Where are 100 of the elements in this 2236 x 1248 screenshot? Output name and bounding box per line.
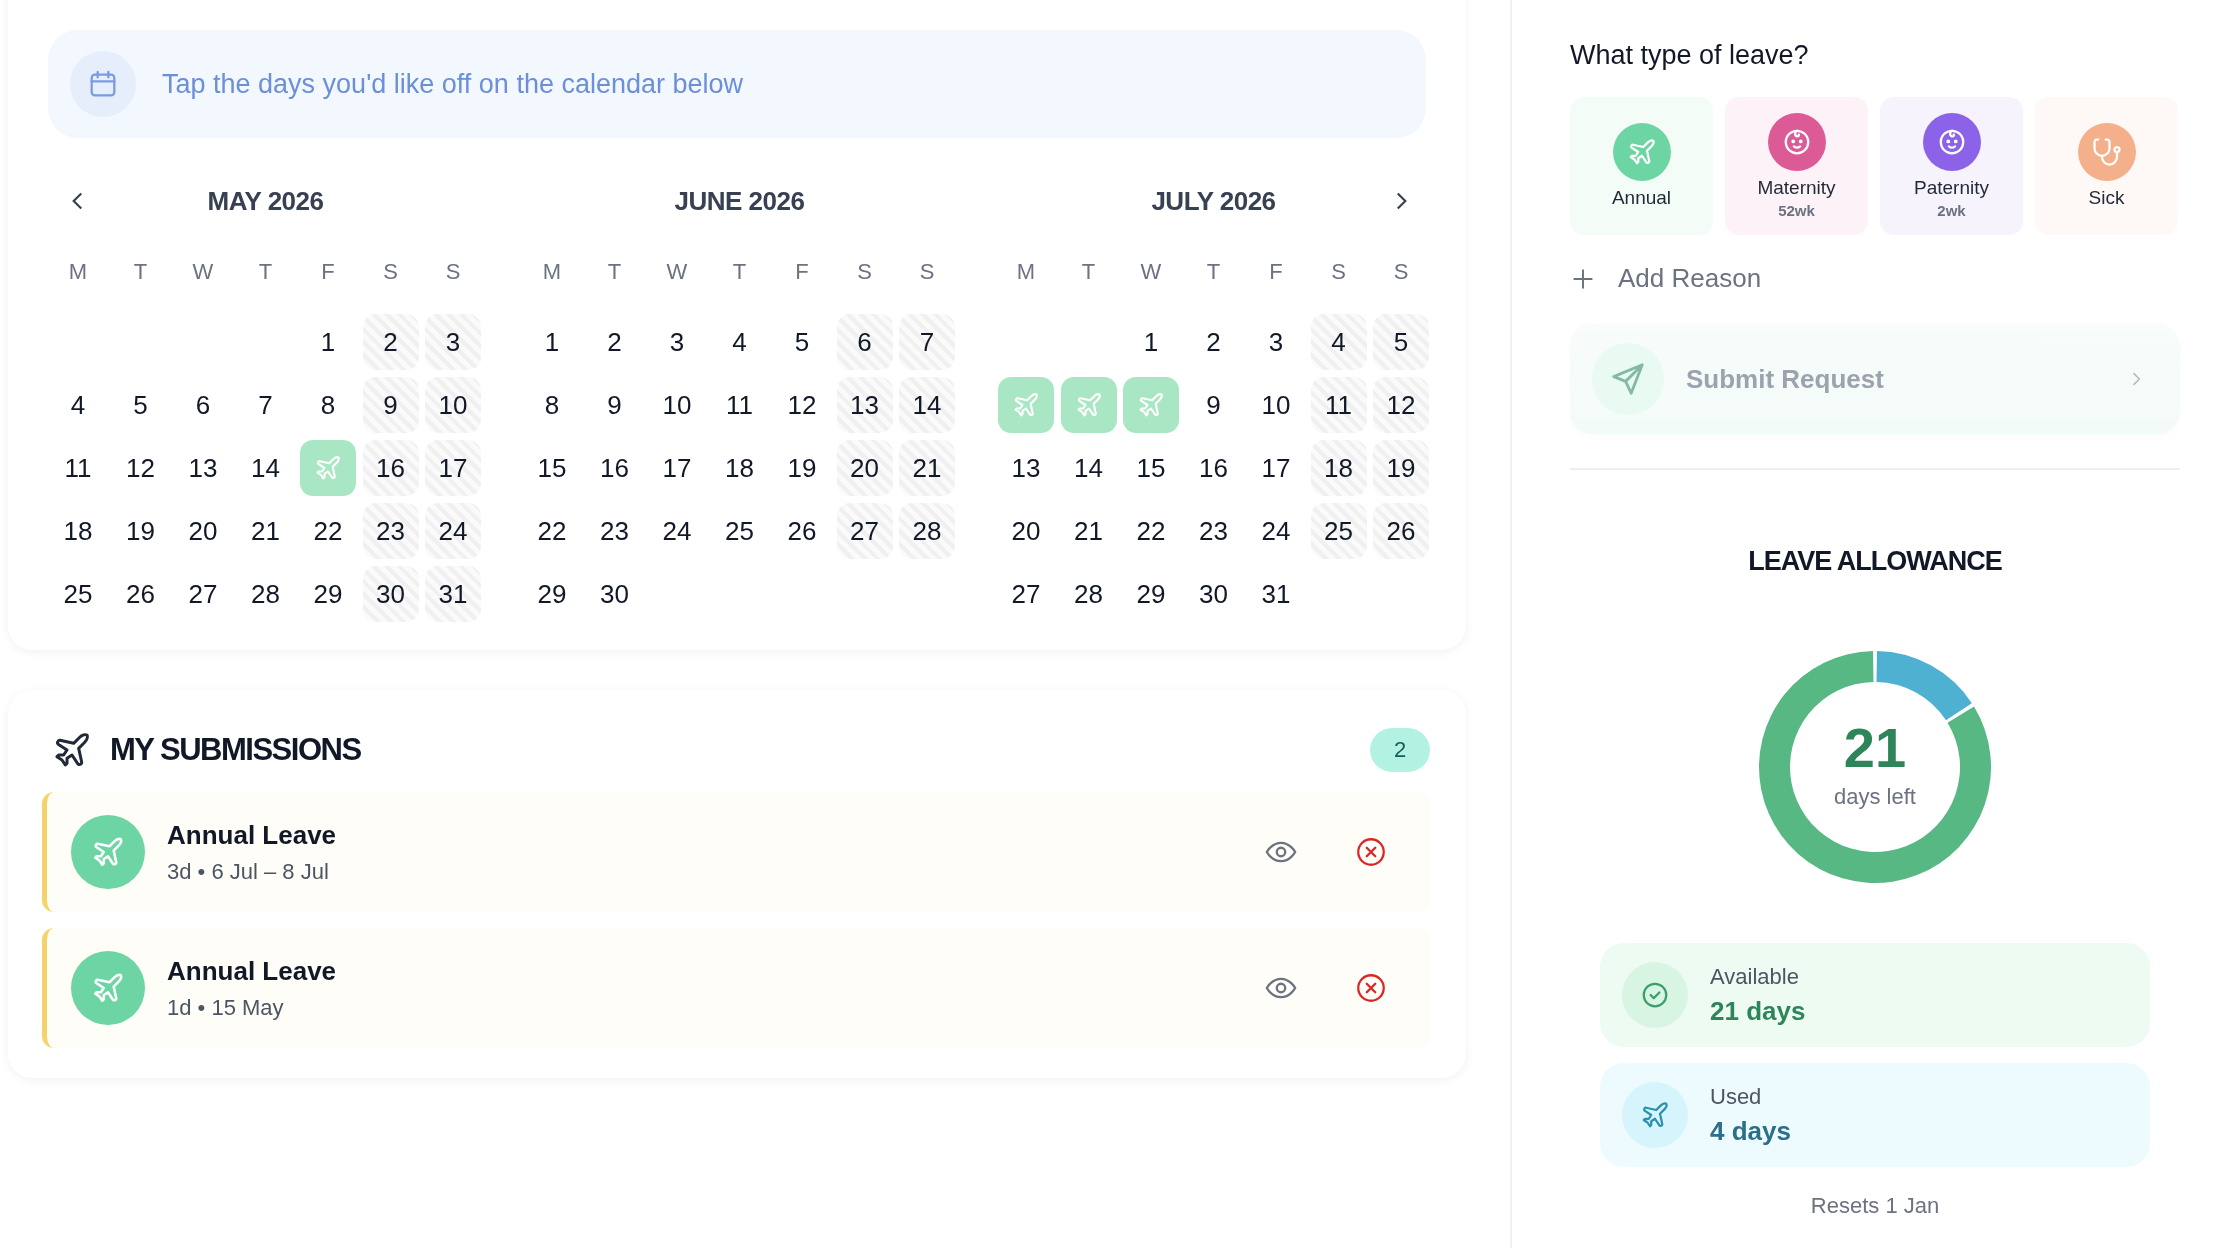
calendar-day[interactable]: 21 <box>899 440 955 496</box>
calendar-day[interactable]: 9 <box>586 377 643 433</box>
calendar-day[interactable]: 5 <box>1373 314 1429 370</box>
calendar-day[interactable]: 18 <box>50 503 106 559</box>
calendar-day[interactable]: 10 <box>649 377 705 433</box>
calendar-day[interactable]: 21 <box>237 503 294 559</box>
calendar-day[interactable]: 25 <box>50 566 106 622</box>
calendar-day[interactable]: 19 <box>1373 440 1429 496</box>
calendar-day[interactable]: 2 <box>1185 314 1242 370</box>
calendar-day[interactable]: 9 <box>1185 377 1242 433</box>
calendar-day[interactable]: 11 <box>50 440 106 496</box>
calendar-day[interactable]: 16 <box>586 440 643 496</box>
calendar-day[interactable]: 11 <box>1310 377 1367 433</box>
calendar-day[interactable]: 14 <box>899 377 955 433</box>
calendar-day[interactable]: 5 <box>774 314 830 370</box>
weekday-label: W <box>1139 258 1163 286</box>
calendar-day[interactable]: 16 <box>362 440 419 496</box>
calendar-day[interactable]: 8 <box>524 377 580 433</box>
calendar-day[interactable]: 4 <box>711 314 768 370</box>
add-reason-button[interactable]: Add Reason <box>1570 263 2180 294</box>
calendar-day[interactable]: 14 <box>1060 440 1117 496</box>
calendar-day[interactable]: 27 <box>998 566 1054 622</box>
calendar-day[interactable]: 24 <box>649 503 705 559</box>
calendar-day[interactable]: 13 <box>836 377 893 433</box>
leave-type-tile[interactable]: Annual <box>1570 97 1713 235</box>
calendar-day[interactable]: 26 <box>1373 503 1429 559</box>
calendar-day[interactable]: 1 <box>524 314 580 370</box>
calendar-day[interactable]: 13 <box>998 440 1054 496</box>
calendar-day[interactable]: 1 <box>300 314 356 370</box>
calendar-day[interactable]: 30 <box>586 566 643 622</box>
cancel-button[interactable] <box>1354 971 1388 1005</box>
calendar-day[interactable]: 25 <box>711 503 768 559</box>
calendar-day[interactable]: 10 <box>1248 377 1304 433</box>
calendar-day[interactable]: 8 <box>300 377 356 433</box>
calendar-day[interactable]: 29 <box>1123 566 1179 622</box>
calendar-day[interactable]: 16 <box>1185 440 1242 496</box>
leave-type-tile[interactable]: Maternity 52wk <box>1725 97 1868 235</box>
calendar-day[interactable]: 29 <box>300 566 356 622</box>
calendar-day[interactable]: 24 <box>425 503 481 559</box>
calendar-day[interactable]: 13 <box>175 440 231 496</box>
calendar-day[interactable]: 7 <box>237 377 294 433</box>
calendar-day[interactable]: 12 <box>1373 377 1429 433</box>
leave-type-tile[interactable]: Paternity 2wk <box>1880 97 2023 235</box>
calendar-day[interactable]: 26 <box>112 566 169 622</box>
calendar-day[interactable]: 27 <box>175 566 231 622</box>
calendar-day[interactable]: 6 <box>175 377 231 433</box>
calendar-day[interactable]: 17 <box>425 440 481 496</box>
calendar-day[interactable]: 15 <box>524 440 580 496</box>
calendar-day[interactable]: 2 <box>586 314 643 370</box>
tile-label: Annual <box>1611 187 1672 209</box>
calendar-day[interactable]: 29 <box>524 566 580 622</box>
calendar-day[interactable]: 28 <box>237 566 294 622</box>
calendar-day[interactable]: 22 <box>524 503 580 559</box>
calendar-day[interactable]: 6 <box>836 314 893 370</box>
calendar-day[interactable]: 23 <box>586 503 643 559</box>
calendar-day[interactable]: 20 <box>836 440 893 496</box>
submission-row[interactable]: Annual Leave 3d • 6 Jul – 8 Jul <box>42 792 1430 912</box>
leave-type-tile[interactable]: Sick <box>2035 97 2178 235</box>
calendar-day[interactable]: 4 <box>1310 314 1367 370</box>
calendar-day[interactable]: 11 <box>711 377 768 433</box>
calendar-day[interactable]: 20 <box>175 503 231 559</box>
calendar-day[interactable]: 2 <box>362 314 419 370</box>
calendar-day[interactable]: 20 <box>998 503 1054 559</box>
calendar-day[interactable]: 28 <box>1060 566 1117 622</box>
calendar-day[interactable]: 12 <box>112 440 169 496</box>
calendar-day[interactable]: 21 <box>1060 503 1117 559</box>
submission-row[interactable]: Annual Leave 1d • 15 May <box>42 928 1430 1048</box>
cancel-button[interactable] <box>1354 835 1388 869</box>
calendar-day[interactable]: 3 <box>1248 314 1304 370</box>
calendar-day[interactable]: 28 <box>899 503 955 559</box>
calendar-day[interactable]: 30 <box>362 566 419 622</box>
calendar-day[interactable]: 9 <box>362 377 419 433</box>
calendar-day[interactable]: 10 <box>425 377 481 433</box>
calendar-day[interactable]: 25 <box>1310 503 1367 559</box>
calendar-day[interactable]: 19 <box>112 503 169 559</box>
calendar-day[interactable]: 15 <box>1123 440 1179 496</box>
calendar-day[interactable]: 23 <box>1185 503 1242 559</box>
calendar-day[interactable]: 3 <box>425 314 481 370</box>
calendar-day[interactable]: 5 <box>112 377 169 433</box>
calendar-day[interactable]: 12 <box>774 377 830 433</box>
calendar-day[interactable]: 23 <box>362 503 419 559</box>
calendar-day[interactable]: 7 <box>899 314 955 370</box>
calendar-day[interactable]: 22 <box>1123 503 1179 559</box>
calendar-day[interactable]: 31 <box>1248 566 1304 622</box>
calendar-day[interactable]: 1 <box>1123 314 1179 370</box>
calendar-day[interactable]: 24 <box>1248 503 1304 559</box>
calendar-day[interactable]: 31 <box>425 566 481 622</box>
calendar-day[interactable]: 4 <box>50 377 106 433</box>
calendar-day[interactable]: 14 <box>237 440 294 496</box>
calendar-day[interactable]: 17 <box>649 440 705 496</box>
calendar-day[interactable]: 30 <box>1185 566 1242 622</box>
calendar-day[interactable]: 19 <box>774 440 830 496</box>
calendar-day[interactable]: 22 <box>300 503 356 559</box>
calendar-day[interactable]: 18 <box>1310 440 1367 496</box>
calendar-day[interactable]: 27 <box>836 503 893 559</box>
count-badge: 2 <box>1370 728 1430 772</box>
calendar-day[interactable]: 17 <box>1248 440 1304 496</box>
calendar-day[interactable]: 26 <box>774 503 830 559</box>
calendar-day[interactable]: 3 <box>649 314 705 370</box>
calendar-day[interactable]: 18 <box>711 440 768 496</box>
